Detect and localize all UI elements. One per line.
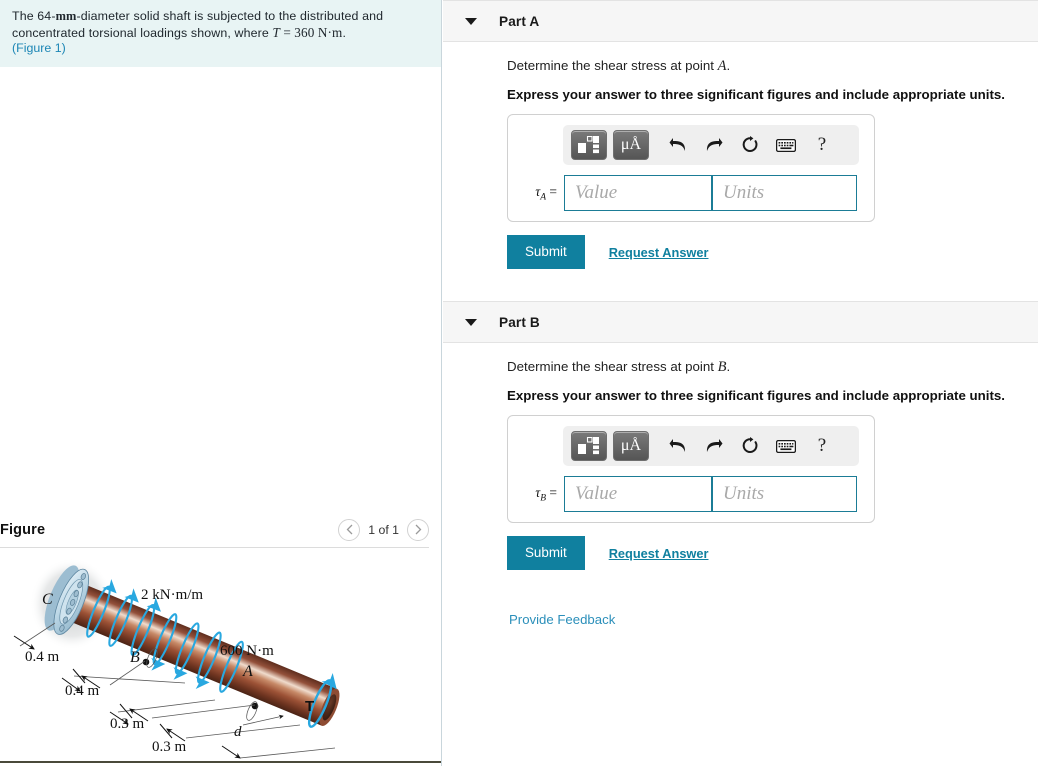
provide-feedback-link[interactable]: Provide Feedback (507, 612, 1038, 627)
label-end-torque: T (305, 698, 314, 715)
figure-next-button[interactable] (407, 518, 429, 541)
part-b-toolbar: μÅ ? (563, 426, 859, 466)
part-a-body: Determine the shear stress at point A. E… (443, 42, 1038, 301)
part-b-question: Determine the shear stress at point B. (507, 359, 731, 375)
part-b-question-prefix: Determine the shear stress at point (507, 359, 718, 374)
label-dim-4: 0.3 m (152, 739, 187, 755)
chevron-right-icon (415, 524, 421, 535)
reset-circular-arrow-icon[interactable] (735, 432, 765, 460)
part-a-instruction: Express your answer to three significant… (507, 87, 1006, 102)
right-panel: Part A Determine the shear stress at poi… (443, 0, 1038, 766)
figure-header: Figure 1 of 1 (0, 512, 441, 547)
question-mark-icon[interactable]: ? (807, 432, 837, 460)
math-template-icon[interactable] (571, 130, 607, 160)
part-a-title: Part A (499, 13, 540, 29)
part-a-request-answer-link[interactable]: Request Answer (609, 245, 709, 260)
label-dim-1: 0.4 m (25, 649, 60, 665)
question-unit-mm: mm (55, 9, 77, 23)
reset-glyph (742, 437, 758, 453)
math-template-glyph (578, 136, 599, 154)
undo-arrow-icon[interactable] (663, 432, 693, 460)
units-button-label: μÅ (620, 437, 642, 454)
label-distributed-torque: 2 kN·m/m (141, 587, 203, 603)
question-period: . (342, 25, 347, 40)
figure-title: Figure (0, 521, 46, 538)
figure-divider (0, 547, 429, 548)
label-point-a: A (242, 663, 253, 680)
part-b-instruction: Express your answer to three significant… (507, 388, 1006, 403)
keyboard-icon[interactable] (771, 432, 801, 460)
redo-arrow-icon[interactable] (699, 131, 729, 159)
reset-circular-arrow-icon[interactable] (735, 131, 765, 159)
caret-down-icon[interactable] (465, 318, 477, 326)
figure-prev-button[interactable] (338, 518, 361, 541)
part-b-answer-box: μÅ ? τB = Value Units (507, 415, 875, 523)
micro-angstrom-units-icon[interactable]: μÅ (613, 130, 649, 160)
part-a-question-prefix: Determine the shear stress at point (507, 58, 718, 73)
part-b-title: Part B (499, 314, 540, 330)
figure-1-link[interactable]: (Figure 1) (12, 41, 429, 55)
label-concentrated-torque: 600 N·m (220, 643, 274, 659)
part-b-header[interactable]: Part B (443, 301, 1038, 343)
figure-bottom-border (0, 761, 441, 763)
part-a-toolbar: μÅ ? (563, 125, 859, 165)
part-b-submit-button[interactable]: Submit (507, 536, 585, 570)
question-mark-icon[interactable]: ? (807, 131, 837, 159)
part-b-submit-row: Submit Request Answer (507, 536, 1038, 570)
micro-angstrom-units-icon[interactable]: μÅ (613, 431, 649, 461)
part-a-field-row: τA = (516, 175, 866, 211)
math-template-icon[interactable] (571, 431, 607, 461)
part-a-question: Determine the shear stress at point A. (507, 58, 731, 74)
part-a-spacer (507, 269, 1038, 301)
part-b-tau-label: τB = (535, 484, 557, 504)
keyboard-glyph (776, 439, 796, 453)
keyboard-icon[interactable] (771, 131, 801, 159)
part-a-submit-button[interactable]: Submit (507, 235, 585, 269)
part-a-answer-box: μÅ ? τA = Value Units (507, 114, 875, 222)
part-b-value-input[interactable] (564, 476, 712, 512)
figure-page-count: 1 of 1 (368, 522, 399, 537)
question-prompt: The 64-mm-diameter solid shaft is subjec… (0, 0, 441, 67)
undo-arrow-icon[interactable] (663, 131, 693, 159)
part-b-question-symbol: B (717, 359, 727, 375)
part-b-request-answer-link[interactable]: Request Answer (609, 546, 709, 561)
caret-down-icon[interactable] (465, 17, 477, 25)
keyboard-glyph (776, 138, 796, 152)
part-a-units-input[interactable] (712, 175, 857, 211)
label-dim-2: 0.4 m (65, 683, 100, 699)
part-b-body: Determine the shear stress at point B. E… (443, 343, 1038, 627)
chevron-left-icon (346, 524, 353, 535)
figure-pager: 1 of 1 (338, 518, 429, 541)
part-b-field-row: τB = (516, 476, 866, 512)
reset-glyph (742, 136, 758, 152)
shaft-torsion-diagram: C 2 kN·m/m B 600 N·m A T d 0.4 m 0.4 m 0… (13, 558, 340, 759)
label-diameter-d: d (234, 724, 242, 740)
redo-glyph (706, 138, 723, 151)
undo-glyph (669, 439, 686, 452)
units-button-label: μÅ (620, 136, 642, 153)
question-text: The 64-mm-diameter solid shaft is subjec… (12, 9, 429, 41)
part-a-submit-row: Submit Request Answer (507, 235, 1038, 269)
figure-image[interactable]: C 2 kN·m/m B 600 N·m A T d 0.4 m 0.4 m 0… (0, 552, 441, 763)
question-formula: T = 360 N·m (272, 24, 343, 40)
part-a-tau-label: τA = (535, 183, 557, 203)
redo-glyph (706, 439, 723, 452)
redo-arrow-icon[interactable] (699, 432, 729, 460)
question-text-part1: The 64- (12, 9, 56, 23)
label-point-c: C (42, 591, 53, 608)
label-dim-3: 0.3 m (110, 716, 145, 732)
part-a-question-symbol: A (717, 58, 727, 74)
undo-glyph (669, 138, 686, 151)
left-panel: The 64-mm-diameter solid shaft is subjec… (0, 0, 442, 766)
problem-page: The 64-mm-diameter solid shaft is subjec… (0, 0, 1038, 766)
math-template-glyph (578, 437, 599, 455)
label-point-b: B (130, 649, 140, 666)
part-b-units-input[interactable] (712, 476, 857, 512)
part-a-value-input[interactable] (564, 175, 712, 211)
part-a-header[interactable]: Part A (443, 0, 1038, 42)
